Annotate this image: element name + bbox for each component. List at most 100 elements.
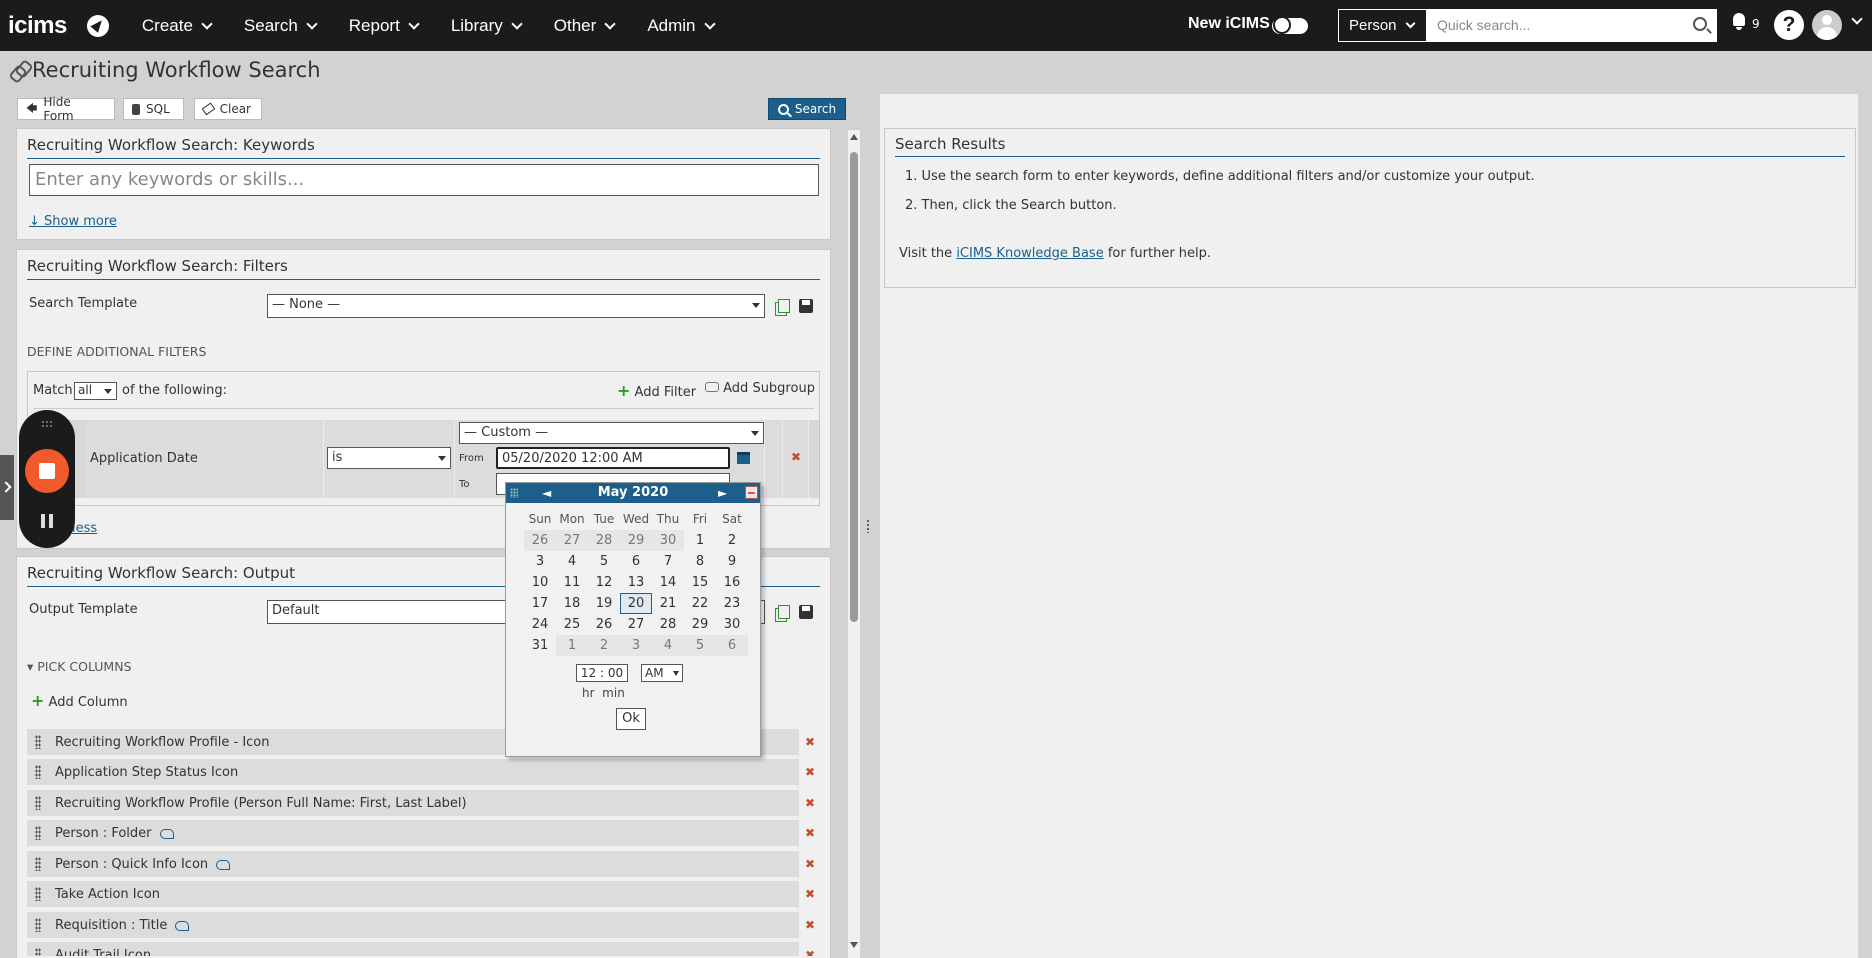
calendar-day[interactable]: 16 (716, 572, 748, 593)
previous-month-button[interactable]: ◄ (542, 483, 551, 503)
drag-handle-icon[interactable] (35, 857, 41, 871)
calendar-day[interactable]: 13 (620, 572, 652, 593)
add-column-button[interactable]: + Add Column (31, 691, 128, 710)
sql-button[interactable]: SQL (123, 98, 184, 120)
chevron-down-icon[interactable] (1851, 13, 1863, 25)
drag-handle-icon[interactable] (35, 887, 41, 901)
pause-icon[interactable] (41, 514, 53, 528)
calendar-day[interactable]: 24 (524, 614, 556, 635)
calendar-day[interactable]: 2 (716, 530, 748, 551)
nav-search[interactable]: Search (244, 16, 318, 36)
drag-handle-icon[interactable] (35, 796, 41, 810)
calendar-day[interactable]: 4 (556, 551, 588, 572)
icims-logo[interactable]: icims (8, 12, 67, 40)
calendar-day[interactable]: 1 (684, 530, 716, 551)
remove-column-icon[interactable]: ✖ (805, 765, 815, 779)
remove-filter-icon[interactable]: ✖ (791, 450, 801, 464)
calendar-day[interactable]: 28 (652, 614, 684, 635)
from-date-input[interactable]: 05/20/2020 12:00 AM (496, 447, 730, 469)
link-icon[interactable] (12, 61, 26, 79)
show-more-link[interactable]: ↓ Show more (29, 214, 117, 229)
calendar-day[interactable]: 3 (620, 635, 652, 656)
calendar-day[interactable]: 14 (652, 572, 684, 593)
calendar-day[interactable]: 27 (556, 530, 588, 551)
link-icon[interactable] (216, 859, 231, 870)
column-row[interactable]: Person : Quick Info Icon ✖ (27, 851, 820, 879)
copy-icon[interactable] (775, 605, 790, 622)
calendar-day[interactable]: 18 (556, 593, 588, 614)
remove-column-icon[interactable]: ✖ (805, 857, 815, 871)
scroll-up-icon[interactable] (850, 134, 858, 140)
remove-column-icon[interactable]: ✖ (805, 826, 815, 840)
calendar-day[interactable]: 28 (588, 530, 620, 551)
calendar-day[interactable]: 29 (684, 614, 716, 635)
pane-splitter[interactable] (862, 94, 874, 958)
calendar-day[interactable]: 11 (556, 572, 588, 593)
remove-column-icon[interactable]: ✖ (805, 796, 815, 810)
calendar-day[interactable]: 2 (588, 635, 620, 656)
drag-handle-icon[interactable] (35, 765, 41, 779)
stop-recording-button[interactable] (25, 449, 69, 493)
calendar-day[interactable]: 8 (684, 551, 716, 572)
column-row[interactable]: Application Step Status Icon ✖ (27, 759, 820, 787)
calendar-day[interactable]: 30 (652, 530, 684, 551)
scrollbar-thumb[interactable] (850, 152, 858, 622)
calendar-day[interactable]: 15 (684, 572, 716, 593)
calendar-day[interactable]: 6 (620, 551, 652, 572)
drag-handle-icon[interactable] (510, 488, 518, 498)
close-icon[interactable] (745, 486, 758, 499)
search-icon[interactable] (1693, 17, 1707, 31)
knowledge-base-link[interactable]: iCIMS Knowledge Base (956, 246, 1103, 261)
quick-search-input[interactable]: Quick search... (1427, 9, 1717, 42)
nav-other[interactable]: Other (554, 16, 616, 36)
calendar-day[interactable]: 27 (620, 614, 652, 635)
calendar-day[interactable]: 26 (524, 530, 556, 551)
add-subgroup-button[interactable]: Add Subgroup (705, 381, 815, 396)
left-pane-scrollbar[interactable] (848, 130, 860, 958)
nav-report[interactable]: Report (349, 16, 420, 36)
pick-columns-toggle[interactable]: ▾ PICK COLUMNS (27, 659, 132, 674)
ampm-select[interactable]: AM (641, 664, 683, 682)
calendar-day[interactable]: 10 (524, 572, 556, 593)
time-input[interactable]: 12 : 00 (576, 664, 628, 682)
show-less-link[interactable]: less (72, 521, 97, 536)
ok-button[interactable]: Ok (616, 708, 646, 730)
column-row[interactable]: Person : Folder ✖ (27, 820, 820, 848)
drag-handle-icon[interactable] (35, 826, 41, 840)
calendar-day[interactable]: 3 (524, 551, 556, 572)
scroll-down-icon[interactable] (850, 942, 858, 948)
drag-handle-icon[interactable] (866, 519, 870, 533)
column-row[interactable]: Audit Trail Icon ✖ (27, 942, 820, 958)
calendar-day[interactable]: 4 (652, 635, 684, 656)
calendar-icon[interactable] (737, 452, 750, 464)
remove-column-icon[interactable]: ✖ (805, 735, 815, 749)
remove-column-icon[interactable]: ✖ (805, 918, 815, 932)
calendar-day-selected[interactable]: 20 (620, 593, 652, 614)
save-icon[interactable] (799, 299, 813, 313)
column-row[interactable]: Take Action Icon ✖ (27, 881, 820, 909)
calendar-day[interactable]: 19 (588, 593, 620, 614)
calendar-day[interactable]: 22 (684, 593, 716, 614)
filter-operator-select[interactable]: is (327, 447, 451, 469)
date-range-select[interactable]: — Custom — (459, 422, 764, 444)
column-row[interactable]: Requisition : Title ✖ (27, 912, 820, 940)
drag-handle-icon[interactable] (35, 735, 41, 749)
search-type-select[interactable]: Person (1338, 9, 1427, 42)
new-icims-toggle[interactable] (1272, 16, 1308, 34)
help-icon[interactable]: ? (1774, 10, 1804, 40)
calendar-day[interactable]: 5 (684, 635, 716, 656)
calendar-day[interactable]: 29 (620, 530, 652, 551)
calendar-day[interactable]: 12 (588, 572, 620, 593)
avatar[interactable] (1812, 10, 1842, 40)
link-icon[interactable] (175, 920, 190, 931)
calendar-day[interactable]: 7 (652, 551, 684, 572)
match-select[interactable]: all (74, 382, 117, 400)
calendar-day[interactable]: 30 (716, 614, 748, 635)
calendar-day[interactable]: 6 (716, 635, 748, 656)
calendar-day[interactable]: 23 (716, 593, 748, 614)
save-icon[interactable] (799, 605, 813, 619)
column-row[interactable]: Recruiting Workflow Profile (Person Full… (27, 790, 820, 818)
remove-column-icon[interactable]: ✖ (805, 948, 815, 956)
calendar-day[interactable]: 17 (524, 593, 556, 614)
calendar-day[interactable]: 1 (556, 635, 588, 656)
